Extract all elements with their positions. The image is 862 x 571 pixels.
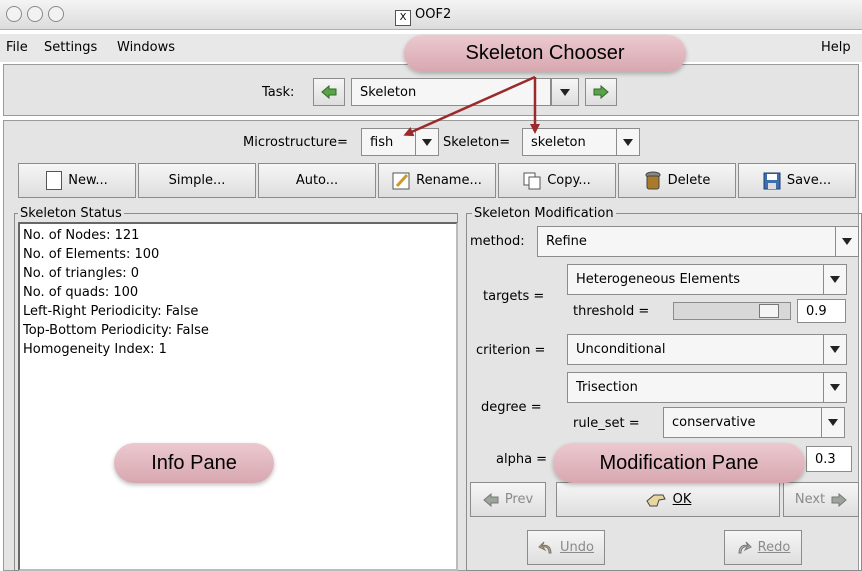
arrow-to-microstructure — [403, 75, 536, 137]
modification-pane-callout: Modification Pane — [553, 443, 805, 483]
info-pane-callout: Info Pane — [114, 443, 274, 483]
skeleton-chooser-callout: Skeleton Chooser — [404, 35, 686, 72]
annotation-arrows — [403, 75, 540, 137]
